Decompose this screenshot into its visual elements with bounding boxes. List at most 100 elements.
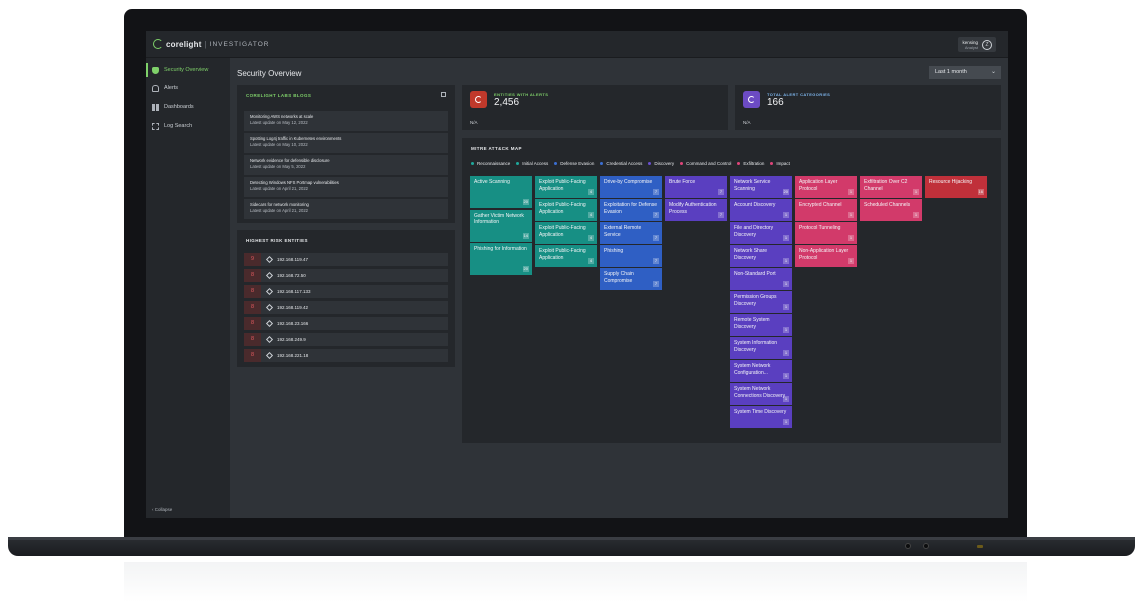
legend-item: Impact [770, 161, 790, 166]
app-logo[interactable]: corelight | INVESTIGATOR [153, 39, 269, 49]
technique-label: Permission Groups Discovery [734, 294, 777, 307]
total-alert-categories-card[interactable]: TOTAL ALERT CATEGORIES 166 N/A [735, 85, 1001, 130]
external-link-icon[interactable] [441, 92, 446, 97]
mitre-technique-tile[interactable]: Brute Force 7 [665, 176, 727, 198]
technique-count: 1 [783, 418, 789, 425]
mitre-technique-tile[interactable]: Non-Standard Port 1 [730, 268, 792, 290]
mitre-technique-tile[interactable]: Active Scanning 20 [470, 176, 532, 208]
blogs-title: CORELIGHT LABS BLOGS [246, 93, 312, 98]
mitre-attack-map: MITRE ATT&CK MAP Reconnaissance Initial A… [462, 138, 1001, 443]
risk-ip: 192.168.249.9 [277, 337, 306, 342]
sidebar-item-alerts[interactable]: Alerts [146, 81, 230, 95]
table-row[interactable]: 9 192.168.119.47 [244, 253, 448, 266]
mitre-technique-tile[interactable]: Exploitation for Defense Evasion 7 [600, 199, 662, 221]
table-row[interactable]: 8 192.168.72.50 [244, 269, 448, 282]
mitre-technique-tile[interactable]: Exploit Public-Facing Application 4 [535, 176, 597, 198]
table-row[interactable]: 8 192.168.119.42 [244, 301, 448, 314]
mitre-technique-tile[interactable]: Phishing 7 [600, 245, 662, 267]
table-row[interactable]: 8 192.168.249.9 [244, 333, 448, 346]
table-row[interactable]: 8 192.168.221.18 [244, 349, 448, 362]
mitre-technique-tile[interactable]: Exfiltration Over C2 Channel 1 [860, 176, 922, 198]
technique-count: 4 [588, 234, 594, 241]
risk-entities-card: HIGHEST RISK ENTITIES 9 192.168.119.47 8… [237, 230, 455, 367]
technique-count: 1 [913, 211, 919, 218]
mitre-technique-tile[interactable]: Encrypted Channel 1 [795, 199, 857, 221]
technique-label: Modify Authentication Process [669, 202, 717, 215]
blog-date: Latest update on May 12, 2022 [250, 120, 308, 125]
sidebar-item-security-overview[interactable]: Security Overview [146, 63, 230, 77]
mitre-technique-tile[interactable]: Exploit Public-Facing Application 4 [535, 222, 597, 244]
technique-count: 1 [783, 303, 789, 310]
host-icon [265, 271, 274, 280]
technique-label: Drive-by Compromise [604, 179, 653, 185]
user-name: kensing [962, 39, 978, 45]
mitre-technique-tile[interactable]: Protocol Tunneling 1 [795, 222, 857, 244]
bell-icon [152, 84, 159, 92]
blog-item[interactable]: Network evidence for defensible disclosu… [244, 155, 448, 175]
mitre-technique-tile[interactable]: Network Share Discovery 1 [730, 245, 792, 267]
mitre-technique-tile[interactable]: System Network Configuration... 1 [730, 360, 792, 382]
mitre-technique-tile[interactable]: Exploit Public-Facing Application 4 [535, 199, 597, 221]
technique-count: 1 [848, 234, 854, 241]
technique-count: 1 [783, 234, 789, 241]
laptop-port [905, 543, 911, 549]
risk-score: 8 [244, 333, 261, 346]
mitre-technique-tile[interactable]: File and Directory Discovery 1 [730, 222, 792, 244]
technique-count: 1 [783, 280, 789, 287]
mitre-technique-tile[interactable]: System Information Discovery 1 [730, 337, 792, 359]
sidebar-item-dashboards[interactable]: Dashboards [146, 100, 230, 114]
mitre-technique-tile[interactable]: Supply Chain Compromise 7 [600, 268, 662, 290]
legend-label: Discovery [654, 161, 675, 166]
search-icon [152, 122, 159, 130]
laptop-led [977, 545, 983, 548]
blog-item[interactable]: Spotting Log4j traffic in Kubernetes env… [244, 133, 448, 153]
mitre-technique-tile[interactable]: Network Service Scanning 20 [730, 176, 792, 198]
mitre-technique-tile[interactable]: Resource Hijacking 16 [925, 176, 987, 198]
laptop-base-lip [8, 537, 1135, 540]
risk-ip: 192.168.117.133 [277, 289, 311, 294]
technique-label: Account Discovery [734, 202, 776, 208]
technique-label: Exploit Public-Facing Application [539, 225, 586, 238]
mitre-technique-tile[interactable]: Scheduled Channels 1 [860, 199, 922, 221]
user-menu[interactable]: kensing Analyst Z [958, 37, 996, 52]
risk-ip: 192.168.221.18 [277, 353, 309, 358]
blog-item[interactable]: Detecting Windows NFS Portmap vulnerabil… [244, 177, 448, 197]
collapse-button[interactable]: ‹ Collapse [152, 507, 172, 512]
blog-date: Latest update on April 21, 2022 [250, 186, 308, 191]
technique-count: 1 [848, 211, 854, 218]
mitre-technique-tile[interactable]: Account Discovery 1 [730, 199, 792, 221]
table-row[interactable]: 8 192.168.117.133 [244, 285, 448, 298]
mitre-technique-tile[interactable]: External Remote Service 7 [600, 222, 662, 244]
mitre-technique-tile[interactable]: Phishing for Information 20 [470, 243, 532, 275]
blog-item[interactable]: Sidecars for network monitoring Latest u… [244, 199, 448, 219]
blogs-card: CORELIGHT LABS BLOGS Monitoring AWS netw… [237, 85, 455, 223]
mitre-technique-tile[interactable]: System Time Discovery 1 [730, 406, 792, 428]
technique-count: 20 [522, 266, 529, 272]
technique-count: 1 [783, 257, 789, 264]
technique-count: 7 [653, 234, 659, 241]
mitre-technique-tile[interactable]: System Network Connections Discovery 1 [730, 383, 792, 405]
mitre-technique-tile[interactable]: Permission Groups Discovery 1 [730, 291, 792, 313]
mitre-technique-tile[interactable]: Remote System Discovery 1 [730, 314, 792, 336]
blog-item[interactable]: Monitoring AWS networks at scale Latest … [244, 111, 448, 131]
technique-label: Resource Hijacking [929, 179, 973, 185]
mitre-technique-tile[interactable]: Exploit Public-Facing Application 4 [535, 245, 597, 267]
entities-with-alerts-card[interactable]: ENTITIES WITH ALERTS 2,456 N/A [462, 85, 728, 130]
legend-item: Defense Evasion [554, 161, 594, 166]
mitre-technique-tile[interactable]: Non-Application Layer Protocol 1 [795, 245, 857, 267]
mitre-technique-tile[interactable]: Gather Victim Network Information 14 [470, 209, 532, 242]
time-range-select[interactable]: Last 1 month ⌄ [929, 66, 1001, 79]
mitre-technique-tile[interactable]: Modify Authentication Process 7 [665, 199, 727, 221]
technique-label: Network Share Discovery [734, 248, 768, 261]
sidebar-item-log-search[interactable]: Log Search [146, 119, 230, 133]
technique-count: 7 [653, 211, 659, 218]
risk-score: 8 [244, 269, 261, 282]
table-row[interactable]: 8 192.168.23.166 [244, 317, 448, 330]
avatar[interactable]: Z [982, 39, 992, 50]
technique-label: System Network Connections Discovery [734, 386, 786, 399]
legend-label: Initial Access [522, 161, 549, 166]
technique-label: Phishing for Information [474, 246, 527, 252]
mitre-technique-tile[interactable]: Drive-by Compromise 7 [600, 176, 662, 198]
technique-count: 1 [783, 395, 789, 402]
mitre-technique-tile[interactable]: Application Layer Protocol 1 [795, 176, 857, 198]
